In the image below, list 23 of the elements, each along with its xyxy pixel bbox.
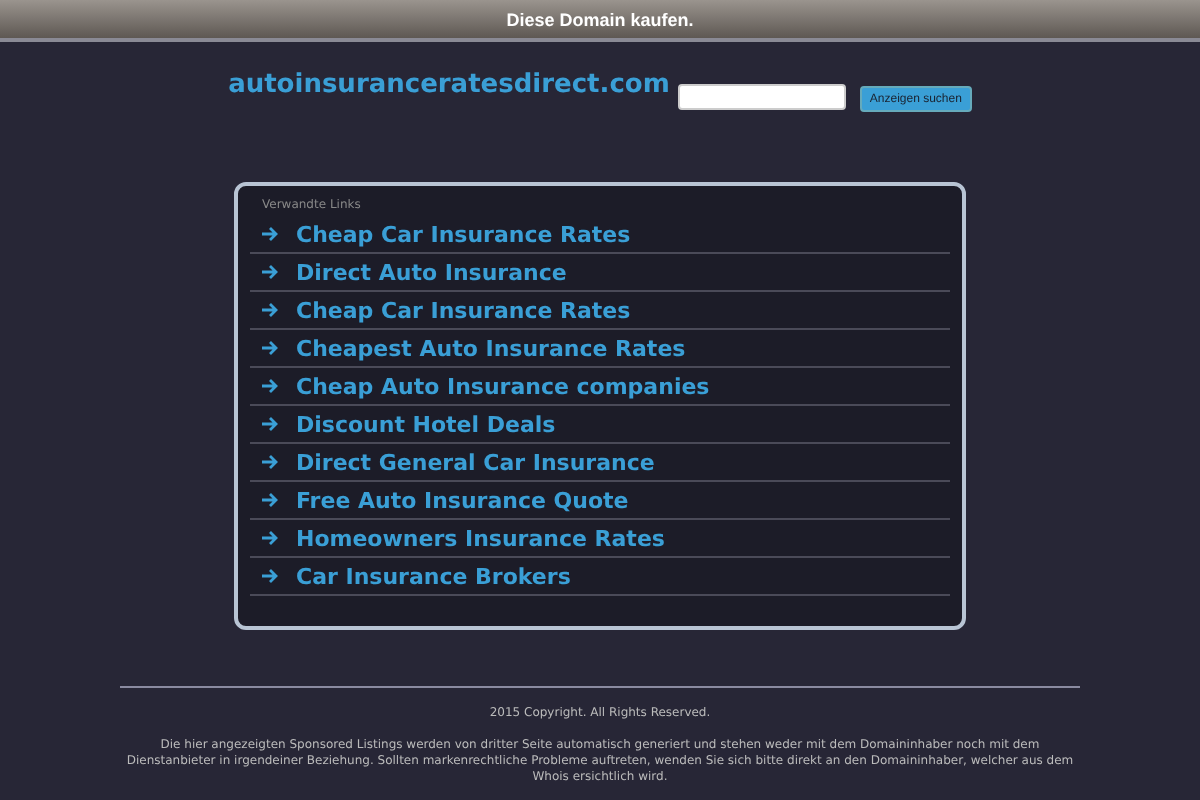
related-link[interactable]: Direct General Car Insurance xyxy=(250,444,950,482)
domain-title: autoinsuranceratesdirect.com xyxy=(228,70,670,102)
related-link[interactable]: Direct Auto Insurance xyxy=(250,254,950,292)
related-link[interactable]: Cheap Car Insurance Rates xyxy=(250,292,950,330)
arrow-icon xyxy=(262,264,278,280)
related-link[interactable]: Homeowners Insurance Rates xyxy=(250,520,950,558)
arrow-icon xyxy=(262,454,278,470)
arrow-icon xyxy=(262,226,278,242)
arrow-icon xyxy=(262,530,278,546)
related-link[interactable]: Cheap Auto Insurance companies xyxy=(250,368,950,406)
search-field[interactable] xyxy=(677,84,846,110)
arrow-icon xyxy=(262,568,278,584)
arrow-icon xyxy=(262,340,278,356)
related-link[interactable]: Car Insurance Brokers xyxy=(250,558,950,596)
related-link[interactable]: Free Auto Insurance Quote xyxy=(250,482,950,520)
arrow-icon xyxy=(262,302,278,318)
arrow-icon xyxy=(262,378,278,394)
arrow-icon xyxy=(262,492,278,508)
related-link[interactable]: Discount Hotel Deals xyxy=(250,406,950,444)
related-link[interactable]: Cheap Car Insurance Rates xyxy=(250,216,950,254)
buy-domain-bar[interactable]: Diese Domain kaufen. xyxy=(0,0,1200,42)
arrow-icon xyxy=(262,416,278,432)
related-link[interactable]: Cheapest Auto Insurance Rates xyxy=(250,330,950,368)
